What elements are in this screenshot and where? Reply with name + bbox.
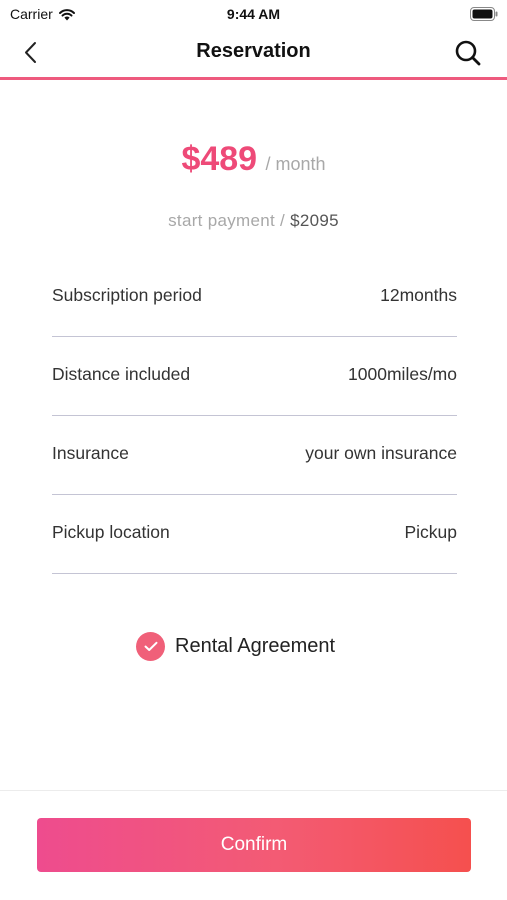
- rental-agreement-label[interactable]: Rental Agreement: [175, 635, 335, 658]
- page-title: Reservation: [196, 40, 311, 62]
- navigation-bar: Reservation: [0, 28, 507, 80]
- detail-label: Distance included: [52, 363, 191, 384]
- price-unit: / month: [265, 154, 326, 174]
- check-glyph: [144, 641, 157, 651]
- checkmark-icon[interactable]: [136, 631, 165, 661]
- detail-row-subscription-period: Subscription period 12months: [52, 258, 457, 337]
- reservation-details: Subscription period 12months Distance in…: [52, 258, 457, 574]
- confirm-button[interactable]: Confirm: [37, 818, 471, 872]
- start-payment-label: start payment /: [168, 211, 286, 230]
- detail-label: Subscription period: [52, 284, 202, 305]
- search-icon[interactable]: [453, 38, 483, 68]
- rental-agreement-checkbox[interactable]: Rental Agreement: [136, 630, 335, 662]
- status-bar: Carrier 9:44 AM: [0, 0, 507, 28]
- start-payment: start payment / $2095: [0, 211, 507, 231]
- detail-row-pickup-location: Pickup location Pickup: [52, 495, 457, 574]
- detail-value: 12months: [380, 284, 457, 305]
- detail-value: Pickup: [404, 521, 457, 542]
- detail-value: 1000miles/mo: [348, 363, 457, 384]
- detail-row-distance-included: Distance included 1000miles/mo: [52, 337, 457, 416]
- price-amount: $489: [181, 140, 258, 178]
- detail-label: Pickup location: [52, 521, 170, 542]
- footer-divider: [0, 790, 507, 791]
- battery-icon: [470, 7, 498, 21]
- detail-row-insurance: Insurance your own insurance: [52, 416, 457, 495]
- start-payment-value: $2095: [290, 211, 339, 230]
- status-time: 9:44 AM: [226, 6, 281, 22]
- detail-label: Insurance: [52, 442, 129, 463]
- detail-value: your own insurance: [305, 442, 457, 463]
- monthly-price: $489 / month: [0, 140, 507, 179]
